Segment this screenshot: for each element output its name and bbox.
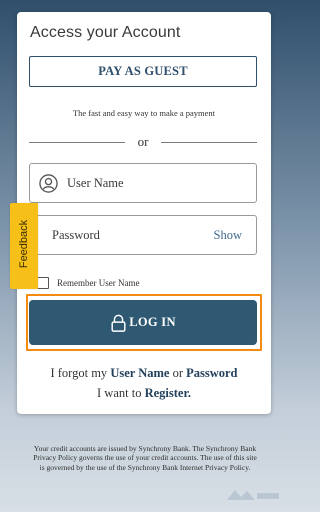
feedback-tab[interactable]: Feedback (10, 203, 38, 289)
password-placeholder: Password (52, 228, 100, 242)
pay-as-guest-button[interactable]: PAY AS GUEST (29, 56, 257, 87)
show-password-button[interactable]: Show (214, 228, 242, 243)
username-field[interactable]: User Name (29, 163, 257, 203)
forgot-credentials: I forgot my User Name or Password (17, 366, 271, 381)
card-title: Access your Account (30, 24, 181, 41)
divider-line-right (161, 142, 257, 143)
user-circle-icon (39, 174, 58, 193)
remember-username-checkbox[interactable] (37, 277, 49, 289)
login-button-label: LOG IN (129, 315, 176, 329)
feedback-label: Feedback (18, 219, 30, 269)
footer-legal-text: Your credit accounts are issued by Synch… (33, 444, 257, 472)
lock-icon (111, 314, 126, 332)
login-button[interactable]: LOG IN (29, 300, 257, 345)
forgot-middle: or (169, 366, 187, 380)
register-prefix: I want to (97, 386, 145, 400)
forgot-prefix: I forgot my (50, 366, 111, 380)
remember-username-label: Remember User Name (57, 278, 140, 288)
username-placeholder: User Name (67, 176, 124, 190)
forgot-password-link[interactable]: Password (186, 366, 237, 380)
password-field[interactable]: Password Show (29, 215, 257, 255)
login-card: Access your Account PAY AS GUEST The fas… (17, 12, 271, 414)
register-link[interactable]: Register. (145, 386, 191, 400)
or-divider: or (29, 134, 257, 150)
guest-subtitle: The fast and easy way to make a payment (72, 108, 216, 118)
forgot-username-link[interactable]: User Name (110, 366, 169, 380)
register-line: I want to Register. (17, 386, 271, 401)
watermark-logo (227, 490, 279, 500)
